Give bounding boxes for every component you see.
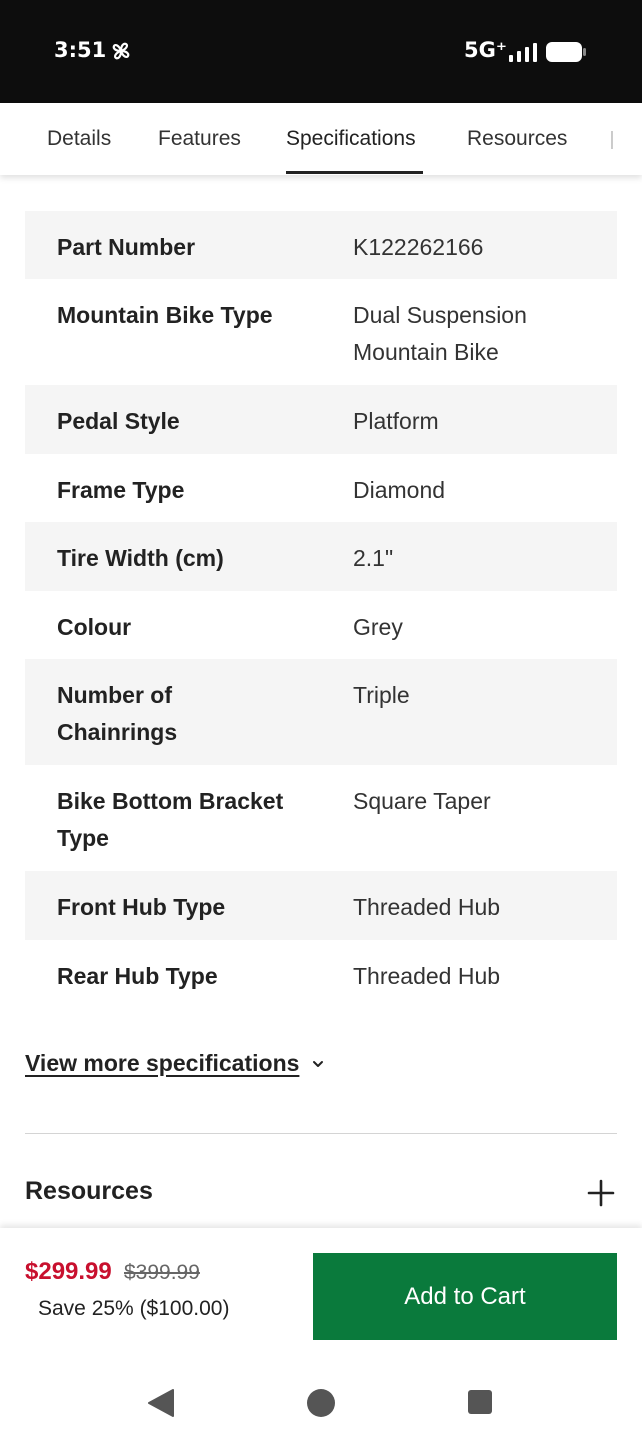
recents-icon[interactable]: [468, 1390, 492, 1414]
network-type: 5G⁺: [464, 38, 507, 62]
spec-value: K122262166: [353, 234, 484, 260]
back-icon[interactable]: [147, 1388, 175, 1418]
signal-icon: [509, 43, 537, 62]
spec-label: Part Number: [57, 234, 196, 260]
spec-value: Grey: [353, 614, 403, 640]
section-tabs: Details Features Specifications Resource…: [0, 103, 642, 175]
spec-row: Number of Chainrings Triple: [25, 659, 617, 765]
spec-value: 2.1": [353, 545, 394, 571]
sale-price: $299.99: [25, 1258, 112, 1285]
status-time: 3:51: [54, 38, 107, 62]
tab-features[interactable]: Features: [158, 127, 241, 151]
tab-specifications[interactable]: Specifications: [286, 127, 416, 151]
status-bar: 3:51 5G⁺: [0, 0, 642, 103]
spec-row: Mountain Bike Type Dual Suspension Mount…: [25, 279, 617, 385]
original-price: $399.99: [124, 1261, 200, 1284]
spec-label: Mountain Bike Type: [57, 302, 273, 328]
system-navigation-bar: [0, 1365, 642, 1440]
tab-scroll-fade: [602, 103, 642, 175]
spec-row: Front Hub Type Threaded Hub: [25, 871, 617, 940]
spec-value: Threaded Hub: [353, 894, 501, 920]
section-divider: [25, 1133, 617, 1134]
spec-label: Number of Chainrings: [57, 682, 178, 745]
battery-icon: [546, 42, 586, 62]
spec-value: Square Taper: [353, 788, 491, 814]
spec-row: Rear Hub Type Threaded Hub: [25, 940, 617, 1008]
spec-label: Tire Width (cm): [57, 545, 224, 571]
spec-value: Threaded Hub: [353, 963, 501, 989]
spec-label: Colour: [57, 614, 132, 640]
sticky-price-bar: $299.99 $399.99 Save 25% ($100.00) Add t…: [0, 1228, 642, 1365]
spec-label: Bike Bottom Bracket Type: [57, 788, 284, 851]
active-tab-indicator: [286, 171, 423, 174]
savings-text: Save 25% ($100.00): [38, 1297, 230, 1320]
spec-label: Front Hub Type: [57, 894, 226, 920]
spec-row: Part Number K122262166: [25, 211, 617, 279]
add-to-cart-button[interactable]: Add to Cart: [313, 1253, 617, 1340]
spec-row: Tire Width (cm) 2.1": [25, 522, 617, 591]
spec-row: Frame Type Diamond: [25, 454, 617, 522]
spec-value: Dual Suspension Mountain Bike: [353, 302, 527, 365]
spec-row: Colour Grey: [25, 591, 617, 659]
spec-label: Rear Hub Type: [57, 963, 218, 989]
chevron-down-icon[interactable]: [311, 1057, 325, 1071]
spec-row: Bike Bottom Bracket Type Square Taper: [25, 765, 617, 871]
view-more-specifications-link[interactable]: View more specifications: [25, 1050, 299, 1077]
spec-row: Pedal Style Platform: [25, 385, 617, 454]
spec-label: Pedal Style: [57, 408, 180, 434]
spec-label: Frame Type: [57, 477, 185, 503]
pinwheel-icon: [112, 42, 130, 60]
tab-details[interactable]: Details: [47, 127, 111, 151]
spec-value: Platform: [353, 408, 439, 434]
spec-value: Triple: [353, 682, 410, 708]
spec-value: Diamond: [353, 477, 446, 503]
specifications-table: Part Number K122262166 Mountain Bike Typ…: [25, 211, 617, 1008]
home-icon[interactable]: [307, 1389, 335, 1417]
tab-resources[interactable]: Resources: [467, 127, 567, 151]
plus-icon[interactable]: [587, 1179, 615, 1207]
resources-accordion-title[interactable]: Resources: [25, 1177, 153, 1206]
